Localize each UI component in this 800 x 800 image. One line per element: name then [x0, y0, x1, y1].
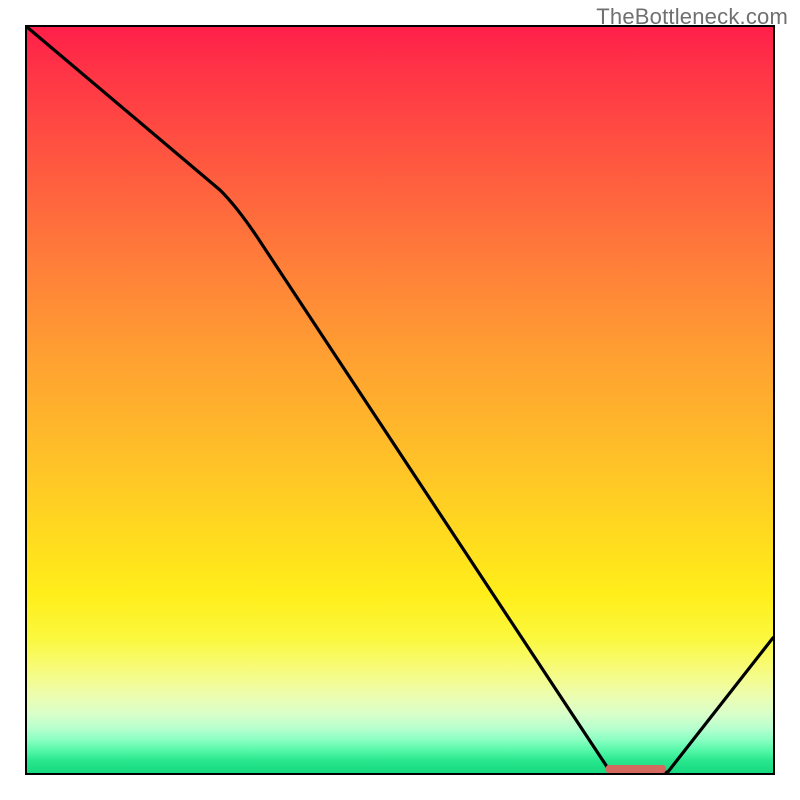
bottleneck-curve — [27, 27, 773, 772]
minimum-marker — [606, 765, 666, 773]
watermark-text: TheBottleneck.com — [596, 4, 788, 30]
plot-area — [25, 25, 775, 775]
chart-svg — [27, 27, 773, 773]
